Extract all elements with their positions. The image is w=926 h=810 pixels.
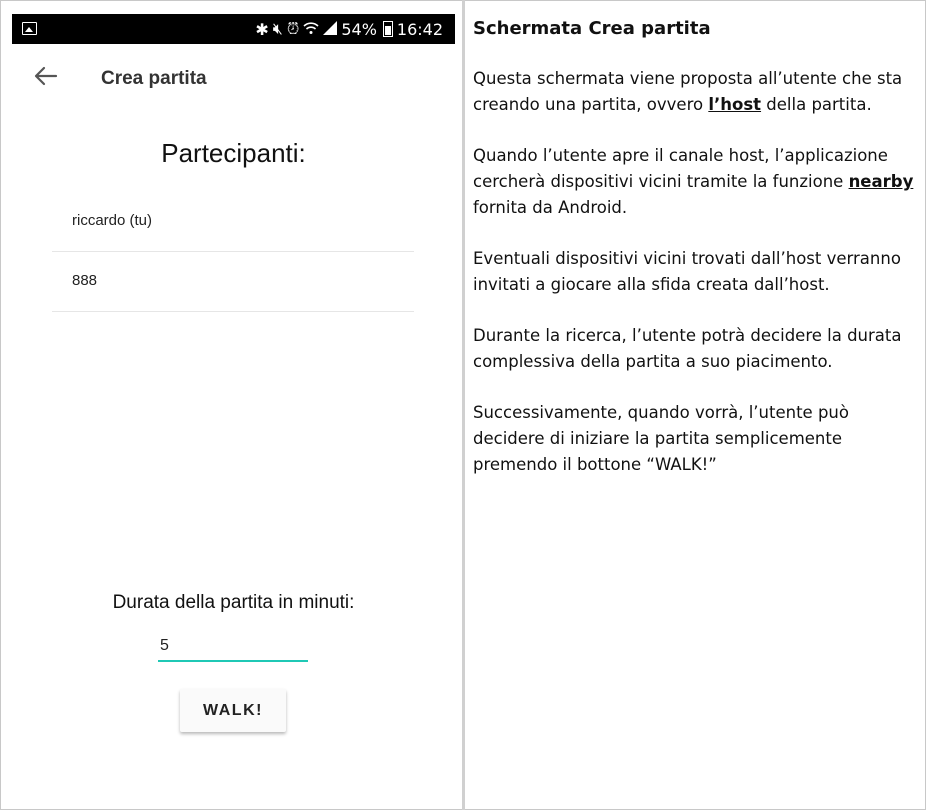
battery-percent: 54% (341, 19, 377, 39)
bluetooth-icon: ✱ (255, 19, 269, 39)
doc-paragraph-5: Successivamente, quando vorrà, l’utente … (473, 403, 849, 474)
battery-icon (382, 21, 393, 37)
doc-paragraph-3: Eventuali dispositivi vicini trovati dal… (473, 249, 901, 294)
doc-paragraph-1: Questa schermata viene proposta all’uten… (473, 69, 903, 114)
host-term: l’host (708, 95, 762, 114)
list-item: riccardo (tu) (52, 192, 414, 252)
phone-screen: ✱ 🔇︎ ⏰︎ 54% 16:42 Crea partita Partecipa… (12, 14, 455, 794)
duration-input[interactable] (158, 634, 308, 662)
doc-heading: Schermata Crea partita (473, 18, 711, 39)
panel-divider (462, 0, 465, 810)
nearby-term: nearby (848, 172, 914, 191)
duration-label: Durata della partita in minuti: (112, 592, 355, 613)
participant-name: riccardo (tu) (72, 212, 153, 229)
list-item: 888 (52, 252, 414, 312)
doc-paragraph-4: Durante la ricerca, l’utente potrà decid… (473, 326, 902, 371)
app-bar: Crea partita (12, 44, 455, 108)
signal-icon (323, 20, 338, 39)
description-panel: Schermata Crea partita Questa schermata … (473, 16, 918, 503)
mute-icon: 🔇︎ (272, 19, 283, 38)
doc-paragraph-2: Quando l’utente apre il canale host, l’a… (473, 146, 914, 217)
wifi-icon (303, 20, 319, 39)
alarm-icon: ⏰︎ (286, 19, 300, 38)
app-title: Crea partita (101, 68, 207, 89)
back-arrow-icon[interactable] (32, 62, 60, 90)
participant-name: 888 (72, 272, 98, 289)
gallery-notification-icon (22, 22, 37, 35)
status-bar: ✱ 🔇︎ ⏰︎ 54% 16:42 (12, 14, 455, 44)
status-icons: ✱ 🔇︎ ⏰︎ 54% 16:42 (255, 19, 443, 39)
participants-title: Partecipanti: (161, 138, 306, 168)
walk-button[interactable]: WALK! (180, 689, 286, 732)
participants-list: riccardo (tu) 888 (52, 192, 414, 312)
clock: 16:42 (396, 19, 443, 39)
